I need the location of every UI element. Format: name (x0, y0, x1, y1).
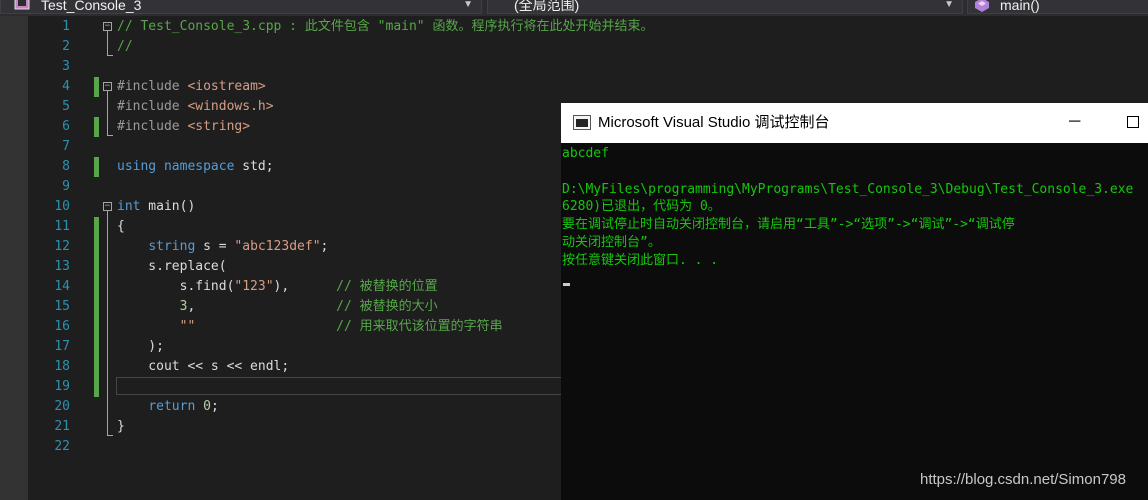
console-cursor (563, 283, 570, 286)
line-number: 13 (54, 259, 70, 274)
fold-guide (107, 211, 108, 435)
watermark-url: https://blog.csdn.net/Simon798 (920, 471, 1126, 488)
line-number: 14 (54, 279, 70, 294)
chevron-down-icon: ▼ (944, 0, 954, 10)
current-line-highlight (116, 377, 564, 395)
navigation-bar: Test_Console_3 ▼ (全局范围) ▼ main() (0, 0, 1148, 16)
fold-guide (107, 55, 113, 56)
minimize-icon[interactable]: ─ (1069, 112, 1080, 132)
fold-guide (107, 135, 113, 136)
line-number: 11 (54, 219, 70, 234)
line-number: 22 (54, 439, 70, 454)
console-line: D:\MyFiles\programming\MyPrograms\Test_C… (562, 182, 1134, 197)
maximize-icon[interactable] (1127, 116, 1139, 128)
fold-guide (107, 435, 113, 436)
method-icon (975, 0, 989, 12)
console-line: 按任意键关闭此窗口. . . (562, 253, 719, 268)
code-line: s.replace( (117, 259, 227, 274)
code-line: 3, // 被替换的大小 (179, 299, 438, 314)
line-number: 10 (54, 199, 70, 214)
collapse-icon[interactable]: − (103, 202, 112, 211)
change-indicator (94, 217, 99, 397)
fold-guide (107, 31, 108, 55)
code-line: "" // 用来取代该位置的字符串 (179, 319, 503, 334)
scope-name: (全局范围) (514, 0, 580, 13)
line-number: 7 (62, 139, 70, 154)
code-line: using namespace std; (117, 159, 274, 174)
code-line: #include <windows.h> (117, 99, 274, 114)
code-line: cout << s << endl; (117, 359, 290, 374)
project-name: Test_Console_3 (41, 0, 142, 13)
code-line: string s = "abc123def"; (148, 239, 329, 254)
line-number: 17 (54, 339, 70, 354)
change-indicator (94, 117, 99, 137)
indicator-margin (0, 16, 28, 500)
code-line: #include <string> (117, 119, 251, 134)
line-number: 16 (54, 319, 70, 334)
change-indicator (94, 77, 99, 97)
line-number: 5 (62, 99, 70, 114)
project-dropdown[interactable]: Test_Console_3 ▼ (0, 0, 482, 14)
line-number: 2 (62, 39, 70, 54)
collapse-icon[interactable]: − (103, 22, 112, 31)
member-dropdown[interactable]: main() (967, 0, 1148, 14)
line-number: 3 (62, 59, 70, 74)
member-name: main() (1000, 0, 1040, 13)
line-number: 21 (54, 419, 70, 434)
code-line: } (117, 419, 125, 434)
line-number: 6 (62, 119, 70, 134)
console-app-icon (573, 115, 591, 130)
code-line: s.find("123"), // 被替换的位置 (117, 279, 438, 294)
line-number: 4 (62, 79, 70, 94)
change-indicator (94, 157, 99, 177)
console-title-bar[interactable]: Microsoft Visual Studio 调试控制台 ─ (561, 103, 1148, 143)
code-line: return 0; (148, 399, 219, 414)
line-number: 15 (54, 299, 70, 314)
console-line: 动关闭控制台”。 (562, 235, 661, 250)
code-line: // (117, 39, 133, 54)
code-line: // Test_Console_3.cpp : 此文件包含 "main" 函数。… (117, 19, 654, 34)
line-number: 12 (54, 239, 70, 254)
project-icon (14, 0, 30, 10)
collapse-icon[interactable]: − (103, 82, 112, 91)
console-title: Microsoft Visual Studio 调试控制台 (598, 114, 830, 131)
code-line: ); (117, 339, 164, 354)
scope-dropdown[interactable]: (全局范围) ▼ (487, 0, 963, 14)
fold-guide (107, 91, 108, 135)
debug-console-window[interactable]: Microsoft Visual Studio 调试控制台 ─ abcdef D… (561, 103, 1148, 500)
line-number: 20 (54, 399, 70, 414)
line-number: 9 (62, 179, 70, 194)
code-line: #include <iostream> (117, 79, 266, 94)
code-line: { (117, 219, 125, 234)
line-number: 19 (54, 379, 70, 394)
line-number: 1 (62, 19, 70, 34)
console-line: 6280)已退出，代码为 0。 (562, 199, 721, 214)
code-line: int main() (117, 199, 196, 214)
console-line: 要在调试停止时自动关闭控制台，请启用“工具”->“选项”->“调试”->“调试停 (562, 217, 1015, 232)
line-number: 18 (54, 359, 70, 374)
line-number: 8 (62, 159, 70, 174)
chevron-down-icon: ▼ (463, 0, 473, 10)
console-line: abcdef (562, 146, 609, 161)
